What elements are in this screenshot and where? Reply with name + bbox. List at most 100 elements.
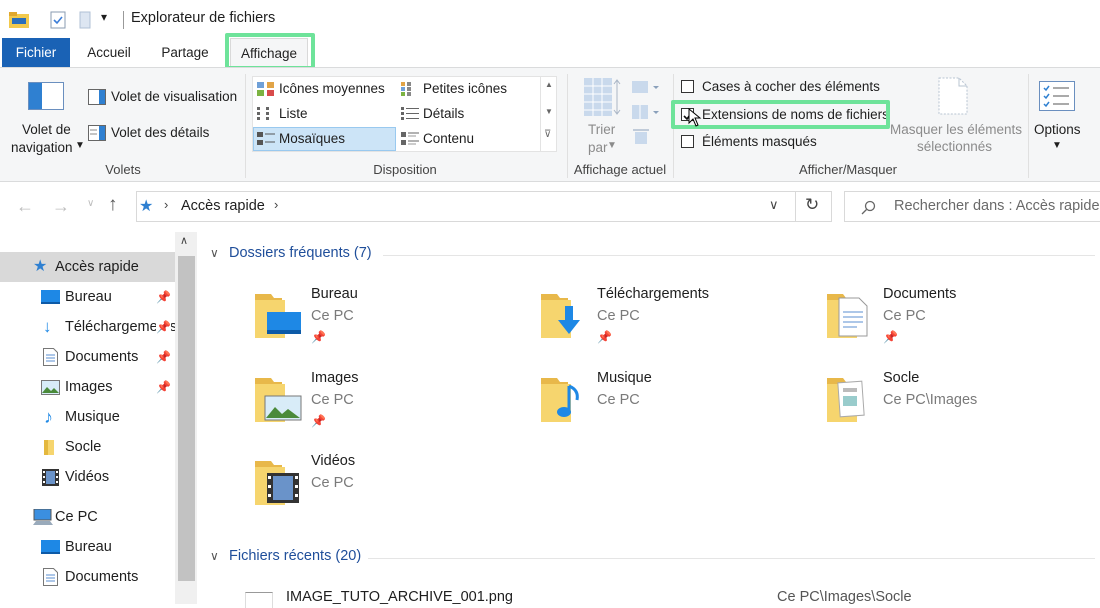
sidebar-item-music[interactable]: ♪ Musique <box>0 402 175 432</box>
folder-location: Ce PC <box>883 308 926 324</box>
pin-icon: 📌 <box>156 350 171 364</box>
recent-locations-icon[interactable]: ∨ <box>87 198 94 209</box>
folder-tile-downloads[interactable]: Téléchargements Ce PC 📌 <box>539 286 809 356</box>
folder-tile-music[interactable]: Musique Ce PC <box>539 370 809 440</box>
folder-name: Téléchargements <box>597 286 710 302</box>
details-pane-button[interactable]: Volet des détails <box>111 125 209 140</box>
layout-small-icons[interactable]: Petites icônes <box>423 81 507 96</box>
breadcrumb-chevron-icon[interactable]: › <box>274 197 278 212</box>
folder-name: Bureau <box>311 286 358 302</box>
sidebar-item-label: Ce PC <box>55 509 98 525</box>
sidebar-item-pc-documents[interactable]: Documents <box>0 562 175 592</box>
sidebar-item-socle[interactable]: Socle <box>0 432 175 462</box>
customize-quick-access-icon[interactable]: ▾ <box>101 10 107 24</box>
folder-tile-desktop[interactable]: Bureau Ce PC 📌 <box>253 286 523 356</box>
documents-icon <box>43 348 58 366</box>
sort-by-chevron-icon[interactable]: ▼ <box>607 140 617 151</box>
search-box[interactable]: Rechercher dans : Accès rapide <box>844 191 1100 222</box>
item-checkboxes-checkbox[interactable] <box>681 80 694 93</box>
search-placeholder[interactable]: Rechercher dans : Accès rapide <box>894 198 1100 214</box>
sidebar-item-label: Bureau <box>65 289 112 305</box>
preview-pane-button[interactable]: Volet de visualisation <box>111 89 237 104</box>
folder-tile-images[interactable]: Images Ce PC 📌 <box>253 370 523 440</box>
downloads-folder-icon <box>541 294 580 338</box>
recent-files-header[interactable]: Fichiers récents (20) <box>229 548 361 564</box>
download-arrow-icon: ↓ <box>43 317 52 336</box>
refresh-button[interactable]: ↻ <box>796 191 832 222</box>
navigation-pane-label-1[interactable]: Volet de <box>22 122 71 137</box>
mouse-cursor-icon <box>688 108 702 127</box>
gallery-scroll-down-icon[interactable]: ▼ <box>545 107 553 116</box>
recent-file-location: Ce PC\Images\Socle <box>777 589 912 605</box>
group-by-icon[interactable] <box>632 80 660 94</box>
hidden-items-label[interactable]: Éléments masqués <box>702 134 817 149</box>
options-chevron-icon[interactable]: ▼ <box>1052 140 1062 151</box>
sidebar-item-this-pc[interactable]: Ce PC <box>0 502 175 532</box>
breadcrumb-location[interactable]: Accès rapide <box>181 198 265 214</box>
pin-icon: 📌 <box>883 330 898 344</box>
sidebar-item-desktop[interactable]: Bureau 📌 <box>0 282 175 312</box>
chevron-down-icon[interactable]: ▼ <box>75 140 85 151</box>
pin-icon: 📌 <box>597 330 612 344</box>
sidebar-item-documents[interactable]: Documents 📌 <box>0 342 175 372</box>
sidebar-item-videos[interactable]: Vidéos <box>0 462 175 492</box>
folder-tile-documents[interactable]: Documents Ce PC 📌 <box>825 286 1095 356</box>
desktop-icon <box>41 540 60 554</box>
folder-tile-socle[interactable]: Socle Ce PC\Images <box>825 370 1095 440</box>
collapse-chevron-icon[interactable]: ∨ <box>210 549 219 563</box>
tab-file[interactable]: Fichier <box>2 38 70 67</box>
sidebar-scroll-thumb[interactable] <box>178 256 195 581</box>
layout-list[interactable]: Liste <box>279 106 308 121</box>
tab-home[interactable]: Accueil <box>78 38 140 67</box>
navigation-pane-label-2[interactable]: navigation <box>11 140 73 155</box>
layout-group-label: Disposition <box>373 162 437 177</box>
ribbon-tabs: Fichier Accueil Partage Affichage <box>0 38 1100 67</box>
sort-by-label-2[interactable]: par <box>588 140 608 155</box>
folder-tile-videos[interactable]: Vidéos Ce PC <box>253 453 523 523</box>
frequent-folders-header[interactable]: Dossiers fréquents (7) <box>229 245 372 261</box>
hide-selected-icon[interactable] <box>938 77 968 115</box>
navigation-pane-icon[interactable] <box>28 82 64 110</box>
tab-share[interactable]: Partage <box>152 38 218 67</box>
item-checkboxes-label[interactable]: Cases à cocher des éléments <box>702 79 880 94</box>
sort-by-label-1[interactable]: Trier <box>588 122 615 137</box>
options-icon[interactable] <box>1039 81 1075 111</box>
gallery-scroll-up-icon[interactable]: ▲ <box>545 80 553 89</box>
gallery-scrollbar[interactable]: ▲ ▼ ⊽ <box>540 77 556 151</box>
new-folder-icon[interactable] <box>78 11 92 29</box>
back-icon[interactable]: ← <box>16 196 34 217</box>
tiles-icon <box>257 132 275 145</box>
hide-selected-label-1[interactable]: Masquer les éléments <box>890 122 1022 137</box>
sidebar-item-quick-access[interactable]: ★ Accès rapide <box>0 252 175 282</box>
layout-medium-icons[interactable]: Icônes moyennes <box>279 81 385 96</box>
pin-icon: 📌 <box>311 330 326 344</box>
options-button[interactable]: Options <box>1034 122 1081 137</box>
size-columns-icon[interactable] <box>632 128 650 146</box>
window-title: Explorateur de fichiers <box>131 10 276 26</box>
scroll-up-icon[interactable]: ∧ <box>180 234 188 247</box>
sidebar-item-pc-desktop[interactable]: Bureau <box>0 532 175 562</box>
properties-icon[interactable] <box>50 11 66 29</box>
content-area: ∨ Dossiers fréquents (7) Bureau Ce PC 📌 … <box>198 232 1100 608</box>
hide-selected-label-2[interactable]: sélectionnés <box>917 139 992 154</box>
recent-file-row[interactable]: IMAGE_TUTO_ARCHIVE_001.png Ce PC\Images\… <box>198 586 1100 608</box>
address-bar[interactable]: ★ › Accès rapide › ∨ <box>136 191 796 222</box>
layout-tiles[interactable]: Mosaïques <box>279 131 345 146</box>
folder-location: Ce PC <box>311 308 354 324</box>
hidden-items-checkbox[interactable] <box>681 135 694 148</box>
sidebar-item-downloads[interactable]: ↓ Téléchargements 📌 <box>0 312 175 342</box>
up-icon[interactable]: ↑ <box>108 194 118 216</box>
address-dropdown-icon[interactable]: ∨ <box>769 197 779 213</box>
folder-location: Ce PC <box>597 308 640 324</box>
collapse-chevron-icon[interactable]: ∨ <box>210 246 219 260</box>
layout-details[interactable]: Détails <box>423 106 464 121</box>
navigation-pane: ★ Accès rapide Bureau 📌 ↓ Téléchargement… <box>0 232 198 604</box>
layout-content[interactable]: Contenu <box>423 131 474 146</box>
sort-by-icon[interactable] <box>584 78 622 118</box>
gallery-expand-icon[interactable]: ⊽ <box>544 129 551 140</box>
breadcrumb-chevron-icon[interactable]: › <box>164 197 168 212</box>
forward-icon[interactable]: → <box>52 196 70 217</box>
sidebar-item-label: Images <box>65 379 113 395</box>
sidebar-item-images[interactable]: Images 📌 <box>0 372 175 402</box>
add-columns-icon[interactable] <box>632 104 660 120</box>
